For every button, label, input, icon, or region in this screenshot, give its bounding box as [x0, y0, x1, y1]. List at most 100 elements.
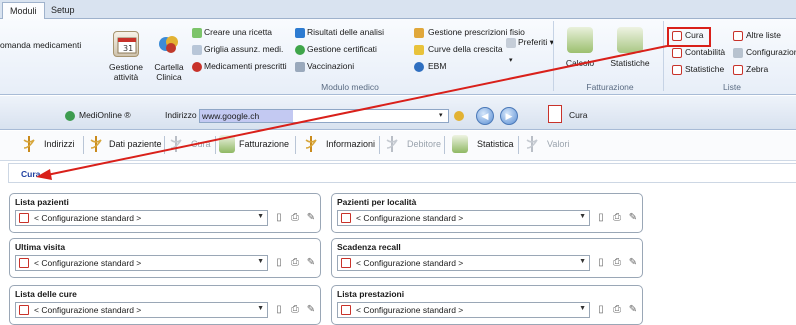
chevron-down-icon[interactable]: ▼: [257, 305, 264, 312]
globe-icon: [414, 62, 424, 72]
cartella-clinica-button[interactable]: Cartella Clinica: [149, 62, 189, 82]
tab-moduli[interactable]: Moduli: [2, 2, 45, 19]
wrench-icon[interactable]: ✎: [626, 303, 640, 317]
toolbar-separator: [518, 136, 519, 154]
curve-crescita-button[interactable]: Curve della crescita: [428, 44, 503, 54]
print-icon[interactable]: ⎙: [288, 303, 302, 317]
ebm-button[interactable]: EBM: [428, 61, 446, 71]
gestione-certificati-button[interactable]: Gestione certificati: [307, 44, 377, 54]
grid-icon: [192, 45, 202, 55]
panel-title: Pazienti per località: [337, 197, 417, 207]
calculator-icon: [567, 27, 593, 53]
creare-ricetta-button[interactable]: Creare una ricetta: [204, 27, 272, 37]
billing-icon: [219, 135, 235, 153]
risultati-analisi-button[interactable]: Risultati delle analisi: [307, 27, 384, 37]
gestione-prescrizioni-fisio-button[interactable]: Gestione prescrizioni fisio: [428, 27, 525, 37]
create-prescription-icon: [192, 28, 202, 38]
configuration-select[interactable]: < Configurazione standard > ▼: [15, 255, 268, 271]
chevron-down-icon[interactable]: ▼: [257, 258, 264, 265]
list-icon: [341, 258, 351, 268]
tab-setup[interactable]: Setup: [44, 2, 82, 19]
toolbar-separator: [295, 136, 296, 154]
print-icon[interactable]: ⎙: [288, 211, 302, 225]
caduceus-icon: [305, 136, 317, 152]
document-icon[interactable]: ▯: [594, 256, 608, 270]
caduceus-disabled-icon: [170, 136, 182, 152]
print-icon[interactable]: ⎙: [288, 256, 302, 270]
medicamenti-prescritti-button[interactable]: Medicamenti prescritti: [204, 61, 287, 71]
document-icon[interactable]: ▯: [272, 303, 286, 317]
breadcrumb: Cura: [8, 163, 796, 183]
liste-contabilita-button[interactable]: Contabilità: [685, 47, 725, 57]
accounting-icon: [672, 48, 682, 58]
statistiche-fatt-button[interactable]: Statistiche: [607, 58, 653, 68]
calcolo-button[interactable]: Calcolo: [560, 58, 600, 68]
toolbar-debitore[interactable]: Debitore: [407, 139, 441, 149]
current-page-label: Cura: [569, 110, 588, 120]
configuration-select[interactable]: < Configurazione standard > ▼: [337, 302, 590, 318]
forward-button[interactable]: ▶: [500, 107, 518, 125]
panel-ultima-visita: Ultima visita < Configurazione standard …: [9, 238, 321, 278]
chevron-down-icon[interactable]: ▼: [579, 213, 586, 220]
calendar-icon: 31: [113, 31, 139, 57]
statistics-icon: [452, 135, 468, 153]
configuration-select[interactable]: < Configurazione standard > ▼: [337, 255, 590, 271]
panel-title: Lista delle cure: [15, 289, 77, 299]
toolbar-statistica[interactable]: Statistica: [477, 139, 514, 149]
highlight-box: [667, 27, 711, 47]
toolbar-indirizzi[interactable]: Indirizzi: [44, 139, 75, 149]
wrench-icon[interactable]: ✎: [304, 256, 318, 270]
wrench-icon[interactable]: ✎: [304, 211, 318, 225]
liste-statistiche-button[interactable]: Statistiche: [685, 64, 724, 74]
document-icon[interactable]: ▯: [272, 256, 286, 270]
panel-title: Scadenza recall: [337, 242, 401, 252]
document-icon[interactable]: ▯: [272, 211, 286, 225]
toolbar-dati-paziente[interactable]: Dati paziente: [109, 139, 162, 149]
back-button[interactable]: ◀: [476, 107, 494, 125]
print-icon[interactable]: ⎙: [610, 303, 624, 317]
wrench-icon[interactable]: ✎: [626, 211, 640, 225]
configurazione-button[interactable]: Configurazior: [746, 47, 796, 57]
group-label-modulo-medico: Modulo medico: [321, 82, 379, 92]
vaccinazioni-button[interactable]: Vaccinazioni: [307, 61, 354, 71]
growth-curve-icon: [414, 45, 424, 55]
other-lists-icon: [733, 31, 743, 41]
toolbar-cura[interactable]: Cura: [191, 139, 211, 149]
caduceus-icon: [23, 136, 35, 152]
toolbar-separator: [379, 136, 380, 154]
altre-liste-button[interactable]: Altre liste: [746, 30, 781, 40]
preferiti-dropdown[interactable]: Preferiti ▾: [518, 37, 554, 48]
zebra-button[interactable]: Zebra: [746, 64, 768, 74]
breadcrumb-current[interactable]: Cura: [21, 169, 40, 179]
chevron-down-icon[interactable]: ▼: [257, 213, 264, 220]
print-icon[interactable]: ⎙: [610, 256, 624, 270]
statistics-icon: [617, 27, 643, 53]
panel-lista-prestazioni: Lista prestazioni < Configurazione stand…: [331, 285, 643, 325]
chevron-down-icon[interactable]: ▼: [579, 305, 586, 312]
syringe-icon: [295, 62, 305, 72]
group-label-liste: Liste: [723, 82, 741, 92]
panel-title: Lista pazienti: [15, 197, 69, 207]
toolbar-valori[interactable]: Valori: [547, 139, 569, 149]
configuration-select[interactable]: < Configurazione standard > ▼: [15, 302, 268, 318]
medionline-label[interactable]: MediOnline ®: [79, 110, 131, 120]
wrench-icon[interactable]: ✎: [304, 303, 318, 317]
address-dropdown-arrow[interactable]: ▾: [439, 111, 443, 119]
address-value[interactable]: www.google.ch: [200, 110, 293, 122]
document-icon[interactable]: ▯: [594, 211, 608, 225]
chevron-down-icon[interactable]: ▼: [579, 258, 586, 265]
svg-text:31: 31: [123, 44, 133, 53]
griglia-assunzioni-button[interactable]: Griglia assunz. medi.: [204, 44, 283, 54]
order-medications-button[interactable]: omanda medicamenti: [0, 40, 81, 50]
print-icon[interactable]: ⎙: [610, 211, 624, 225]
panel-scadenza-recall: Scadenza recall < Configurazione standar…: [331, 238, 643, 278]
configuration-select[interactable]: < Configurazione standard > ▼: [337, 210, 590, 226]
document-icon[interactable]: ▯: [594, 303, 608, 317]
chevron-down-icon[interactable]: ▾: [509, 56, 513, 64]
gestione-attivita-button[interactable]: Gestione attività: [103, 62, 149, 82]
configuration-select[interactable]: < Configurazione standard > ▼: [15, 210, 268, 226]
go-icon[interactable]: [454, 111, 464, 121]
toolbar-fatturazione[interactable]: Fatturazione: [239, 139, 289, 149]
toolbar-informazioni[interactable]: Informazioni: [326, 139, 375, 149]
wrench-icon[interactable]: ✎: [626, 256, 640, 270]
